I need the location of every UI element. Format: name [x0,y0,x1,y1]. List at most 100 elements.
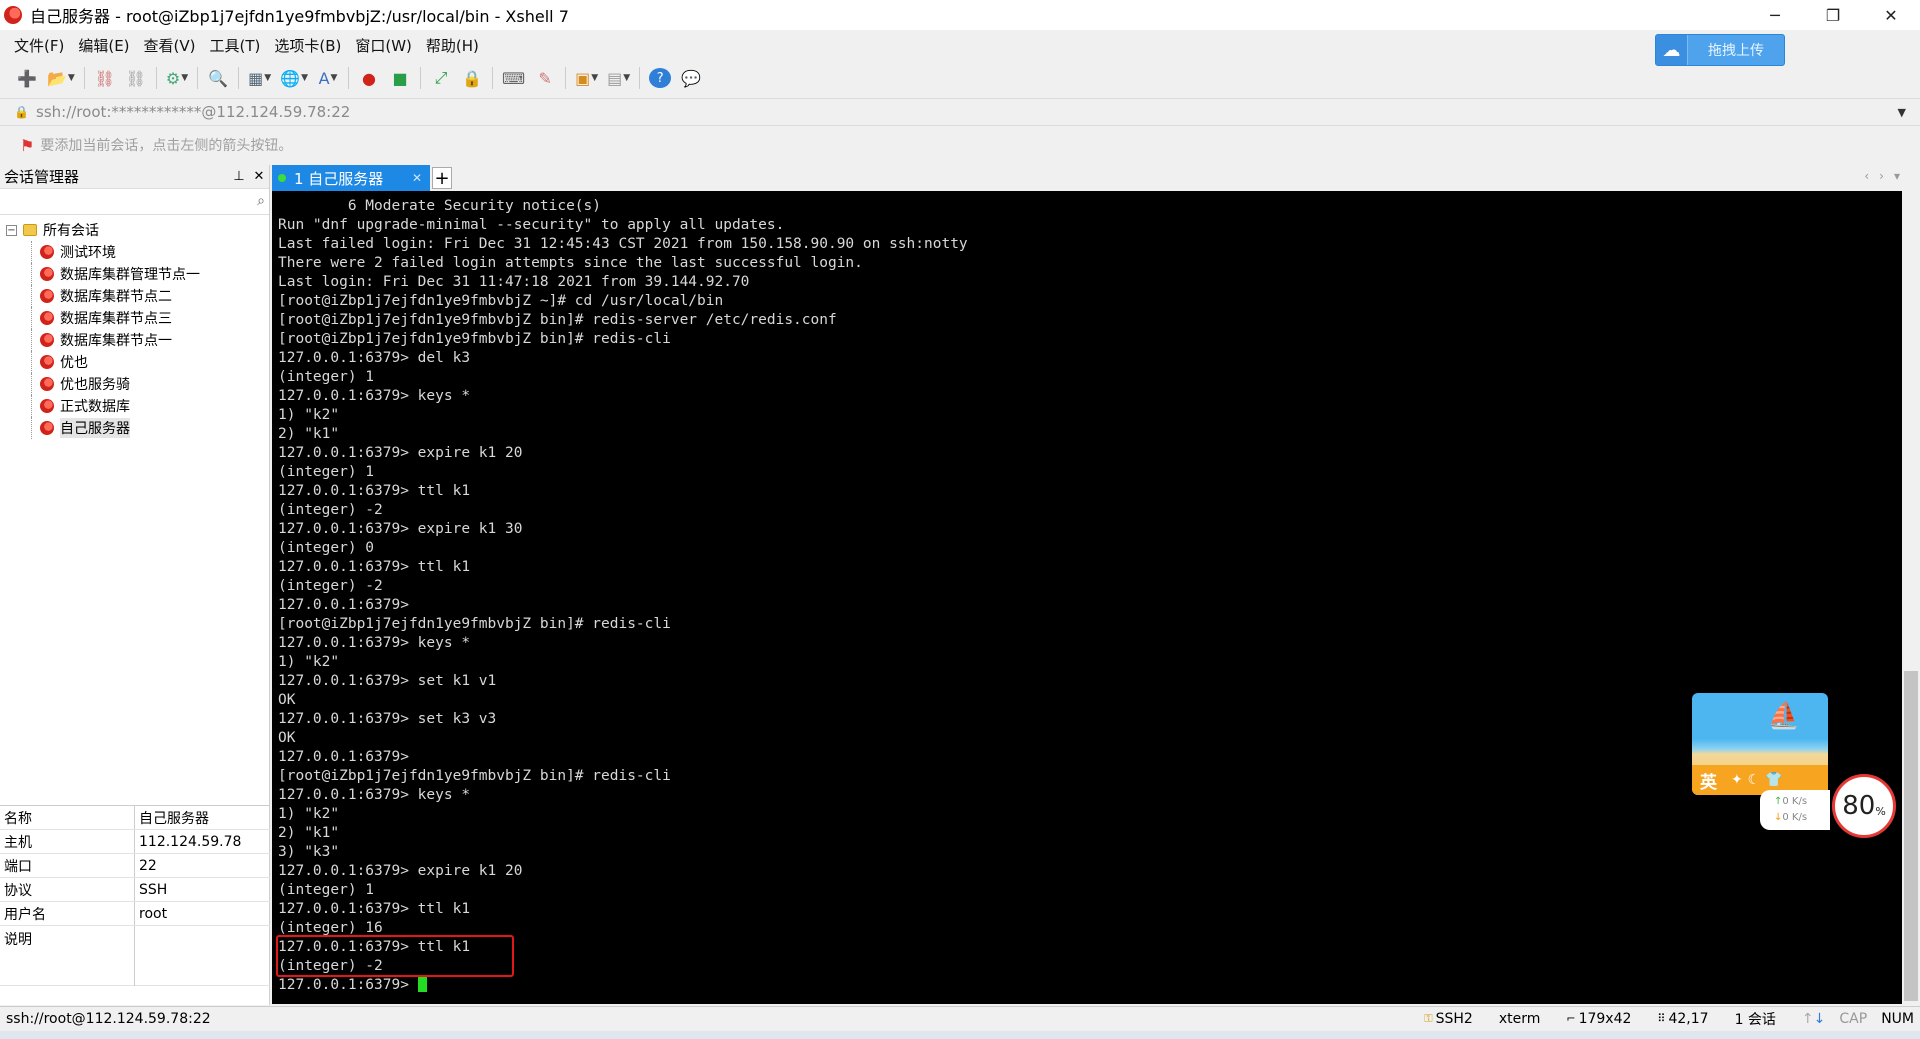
terminal-line: (integer) 1 [278,882,375,898]
ime-widget[interactable]: ⛵ 英 ✦ ☾ 👕 [1692,693,1828,795]
terminal-line: [root@iZbp1j7ejfdn1ye9fmbvbjZ bin]# redi… [278,312,837,328]
chevron-down-icon[interactable]: ▼ [1898,106,1906,119]
menu-file[interactable]: 文件(F) [14,35,64,56]
session-icon [40,421,54,435]
terminal-line: 127.0.0.1:6379> set k1 v1 [278,673,497,689]
script-icon[interactable]: ▣ ▼ [575,67,598,89]
status-protocol: ⚿ SSH2 [1424,1011,1473,1027]
xshell-icon[interactable]: ● [358,67,380,89]
session-properties: 名称 自己服务器 主机 112.124.59.78 端口 22 协议 SSH 用户名 ro… [0,805,270,986]
ime-label: 英 [1700,772,1717,793]
restore-button[interactable]: ❐ [1804,0,1862,30]
connect-icon[interactable]: ⛓ [94,67,116,89]
xftp-icon[interactable]: ■ [389,67,411,89]
terminal-line: 127.0.0.1:6379> [278,597,409,613]
close-button[interactable]: ✕ [1862,0,1920,30]
properties-icon[interactable]: ⚙ ▼ [166,67,188,89]
new-session-icon[interactable]: ➕ [16,67,38,89]
terminal-line: 127.0.0.1:6379> ttl k1 [278,901,471,917]
address-bar[interactable]: 🔒 ssh://root:************@112.124.59.78:… [0,98,1920,126]
session-item[interactable]: 数据库集群节点一 [0,329,269,351]
session-item[interactable]: 数据库集群节点三 [0,307,269,329]
session-item[interactable]: 测试环境 [0,241,269,263]
session-search-input[interactable]: ⌕ [0,189,269,215]
download-speed: 0 K/s [1782,812,1808,823]
ime-tool-icons[interactable]: ✦ ☾ 👕 [1731,772,1782,788]
terminal-line: Last login: Fri Dec 31 11:47:18 2021 fro… [278,274,750,290]
highlight-icon[interactable]: ✎ [534,67,556,89]
layout-icon[interactable]: ▦ ▼ [248,67,271,89]
session-item[interactable]: 优也服务骑 [0,373,269,395]
find-icon[interactable]: 🔍 [207,67,229,89]
terminal-line: 127.0.0.1:6379> ttl k1 [278,559,471,575]
search-icon[interactable]: ⌕ [257,193,265,209]
session-item-selected[interactable]: 自己服务器 [0,417,269,439]
property-value: SSH [139,881,168,898]
property-row: 名称 自己服务器 [0,806,270,830]
property-row: 端口 22 [0,854,270,878]
menu-window[interactable]: 窗口(W) [355,35,412,56]
tab-close-icon[interactable]: ✕ [412,171,422,185]
property-value: root [139,905,168,922]
title-bar: 自己服务器 - root@iZbp1j7ejfdn1ye9fmbvbjZ:/us… [0,0,1920,30]
terminal-line: OK [278,730,296,746]
terminal-line: 127.0.0.1:6379> keys * [278,787,471,803]
terminal-line: 1) "k2" [278,806,340,822]
terminal-line: 127.0.0.1:6379> expire k1 20 [278,445,523,461]
terminal-line: There were 2 failed login attempts since… [278,255,863,271]
pin-icon[interactable]: ⊥ [229,169,249,184]
menu-tools[interactable]: 工具(T) [210,35,261,56]
tile-icon[interactable]: ▤ ▼ [607,67,630,89]
new-tab-button[interactable]: + [432,167,452,189]
terminal-line: (integer) -2 [278,578,383,594]
session-item[interactable]: 数据库集群管理节点一 [0,263,269,285]
session-item[interactable]: 优也 [0,351,269,373]
window-controls: ─ ❐ ✕ [1746,0,1920,30]
fullscreen-icon[interactable]: ⤢ [430,67,452,89]
terminal-line: Run "dnf upgrade-minimal --security" to … [278,217,785,233]
panel-close-icon[interactable]: ✕ [249,169,269,184]
key-icon: ⚿ [1424,1011,1433,1025]
disconnect-icon[interactable]: ⛓ [125,67,147,89]
session-item[interactable]: 数据库集群节点二 [0,285,269,307]
session-item-label: 数据库集群节点二 [60,289,172,305]
minimize-button[interactable]: ─ [1746,0,1804,30]
chat-icon[interactable]: 💬 [680,67,702,89]
menu-bar: 文件(F) 编辑(E) 查看(V) 工具(T) 选项卡(B) 窗口(W) 帮助(… [0,32,493,58]
scroll-thumb[interactable] [1904,671,1918,1001]
toolbar-separator [197,67,199,89]
connected-status-icon [278,174,286,182]
terminal-cursor [417,976,427,992]
property-key: 说明 [0,926,135,986]
tab-navigation-icons[interactable]: ‹›▾ [1864,169,1910,183]
tab-session[interactable]: 1 自己服务器 ✕ [272,165,430,191]
terminal[interactable]: 6 Moderate Security notice(s) Run "dnf up… [272,191,1902,1004]
session-item[interactable]: 正式数据库 [0,395,269,417]
toolbar-separator [83,67,85,89]
menu-tabs[interactable]: 选项卡(B) [274,35,341,56]
collapse-icon[interactable]: − [6,224,17,236]
terminal-line: 127.0.0.1:6379> expire k1 20 [278,863,523,879]
memory-gauge[interactable]: 80% [1832,774,1896,838]
menu-help[interactable]: 帮助(H) [426,35,479,56]
help-icon[interactable]: ? [649,68,672,88]
property-key: 名称 [0,806,135,829]
session-item-label: 优也服务骑 [60,377,130,393]
terminal-line: (integer) -2 [278,958,383,974]
terminal-line: OK [278,692,296,708]
tab-label: 1 自己服务器 [294,169,384,188]
font-icon[interactable]: A ▼ [317,67,339,89]
menu-view[interactable]: 查看(V) [144,35,196,56]
status-connection: ssh://root@112.124.59.78:22 [6,1010,211,1027]
globe-icon[interactable]: 🌐 ▼ [280,67,308,89]
terminal-line: 127.0.0.1:6379> expire k1 30 [278,521,523,537]
open-folder-icon[interactable]: 📂 ▼ [47,67,75,89]
tree-root-all-sessions[interactable]: − 所有会话 [0,219,269,241]
terminal-scrollbar[interactable] [1902,191,1920,1004]
lock-toolbar-icon[interactable]: 🔒 [461,67,483,89]
menu-edit[interactable]: 编辑(E) [78,35,129,56]
keyboard-icon[interactable]: ⌨ [502,67,525,89]
add-session-arrow-icon[interactable]: ⚑ [20,136,34,155]
terminal-line: [root@iZbp1j7ejfdn1ye9fmbvbjZ bin]# redi… [278,768,671,784]
transfer-arrows-icon: ↑ ↓ [1801,1010,1826,1027]
